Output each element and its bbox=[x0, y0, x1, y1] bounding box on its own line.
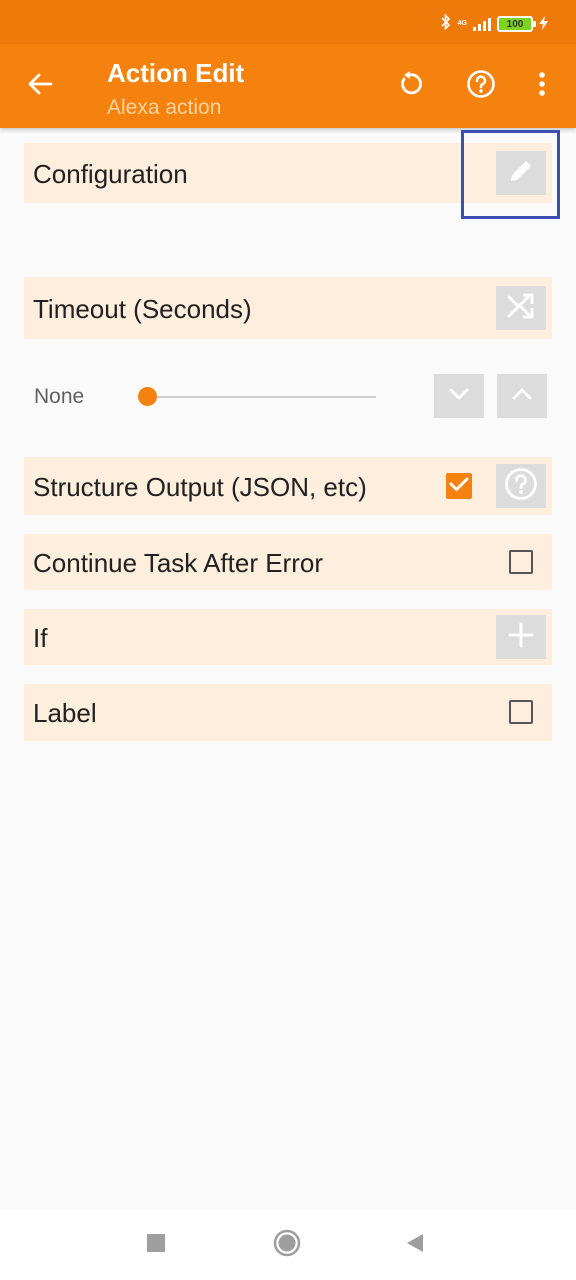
help-circle-icon bbox=[504, 467, 538, 506]
page-title: Action Edit bbox=[107, 58, 245, 88]
check-icon bbox=[449, 476, 469, 497]
label-label: Label bbox=[33, 698, 97, 728]
structure-output-row: Structure Output (JSON, etc) bbox=[24, 457, 552, 515]
label-checkbox[interactable] bbox=[509, 700, 533, 724]
triangle-back-icon bbox=[406, 1233, 424, 1258]
recents-button[interactable] bbox=[141, 1230, 171, 1260]
system-nav-bar bbox=[0, 1210, 576, 1280]
page-subtitle: Alexa action bbox=[107, 96, 222, 119]
reset-button[interactable] bbox=[390, 66, 430, 106]
status-bar: 4G 100 bbox=[0, 0, 576, 44]
app-bar: Action Edit Alexa action bbox=[0, 44, 576, 128]
increase-timeout-button[interactable] bbox=[497, 374, 547, 418]
timeout-row: Timeout (Seconds) bbox=[24, 277, 552, 339]
back-button[interactable] bbox=[20, 66, 60, 106]
if-row: If bbox=[24, 609, 552, 665]
continue-after-error-label: Continue Task After Error bbox=[33, 548, 323, 578]
timeout-value-label: None bbox=[34, 385, 85, 408]
battery-icon: 100 bbox=[497, 16, 536, 32]
bluetooth-icon bbox=[440, 13, 452, 34]
configuration-label: Configuration bbox=[33, 159, 188, 189]
home-button[interactable] bbox=[272, 1229, 302, 1262]
chevron-down-icon bbox=[448, 387, 470, 406]
timeout-slider-track[interactable] bbox=[148, 396, 376, 398]
add-condition-button[interactable] bbox=[496, 615, 546, 659]
decrease-timeout-button[interactable] bbox=[434, 374, 484, 418]
timeout-slider-thumb[interactable] bbox=[138, 387, 157, 406]
continue-after-error-checkbox[interactable] bbox=[509, 550, 533, 574]
timeout-label: Timeout (Seconds) bbox=[33, 294, 252, 324]
arrow-left-icon bbox=[27, 73, 53, 100]
system-back-button[interactable] bbox=[400, 1230, 430, 1260]
network-type-label: 4G bbox=[457, 20, 467, 27]
circle-icon bbox=[273, 1229, 301, 1262]
plus-icon bbox=[508, 622, 534, 653]
undo-icon bbox=[396, 70, 424, 103]
structure-output-checkbox[interactable] bbox=[446, 473, 472, 499]
label-row: Label bbox=[24, 684, 552, 741]
highlight-box bbox=[461, 130, 560, 219]
battery-level: 100 bbox=[506, 18, 524, 30]
random-timeout-button[interactable] bbox=[496, 286, 546, 330]
more-vert-icon bbox=[538, 71, 546, 102]
shuffle-icon bbox=[506, 292, 536, 325]
continue-after-error-row: Continue Task After Error bbox=[24, 534, 552, 590]
charging-icon bbox=[539, 15, 548, 33]
status-icons: 4G 100 bbox=[440, 13, 548, 34]
structure-output-label: Structure Output (JSON, etc) bbox=[33, 472, 367, 502]
chevron-up-icon bbox=[511, 387, 533, 406]
if-label: If bbox=[33, 623, 48, 653]
help-button[interactable] bbox=[461, 66, 501, 106]
structure-output-help-button[interactable] bbox=[496, 464, 546, 508]
signal-strength-icon bbox=[473, 17, 491, 31]
more-options-button[interactable] bbox=[522, 66, 562, 106]
square-icon bbox=[147, 1233, 165, 1257]
help-circle-icon bbox=[466, 69, 496, 104]
